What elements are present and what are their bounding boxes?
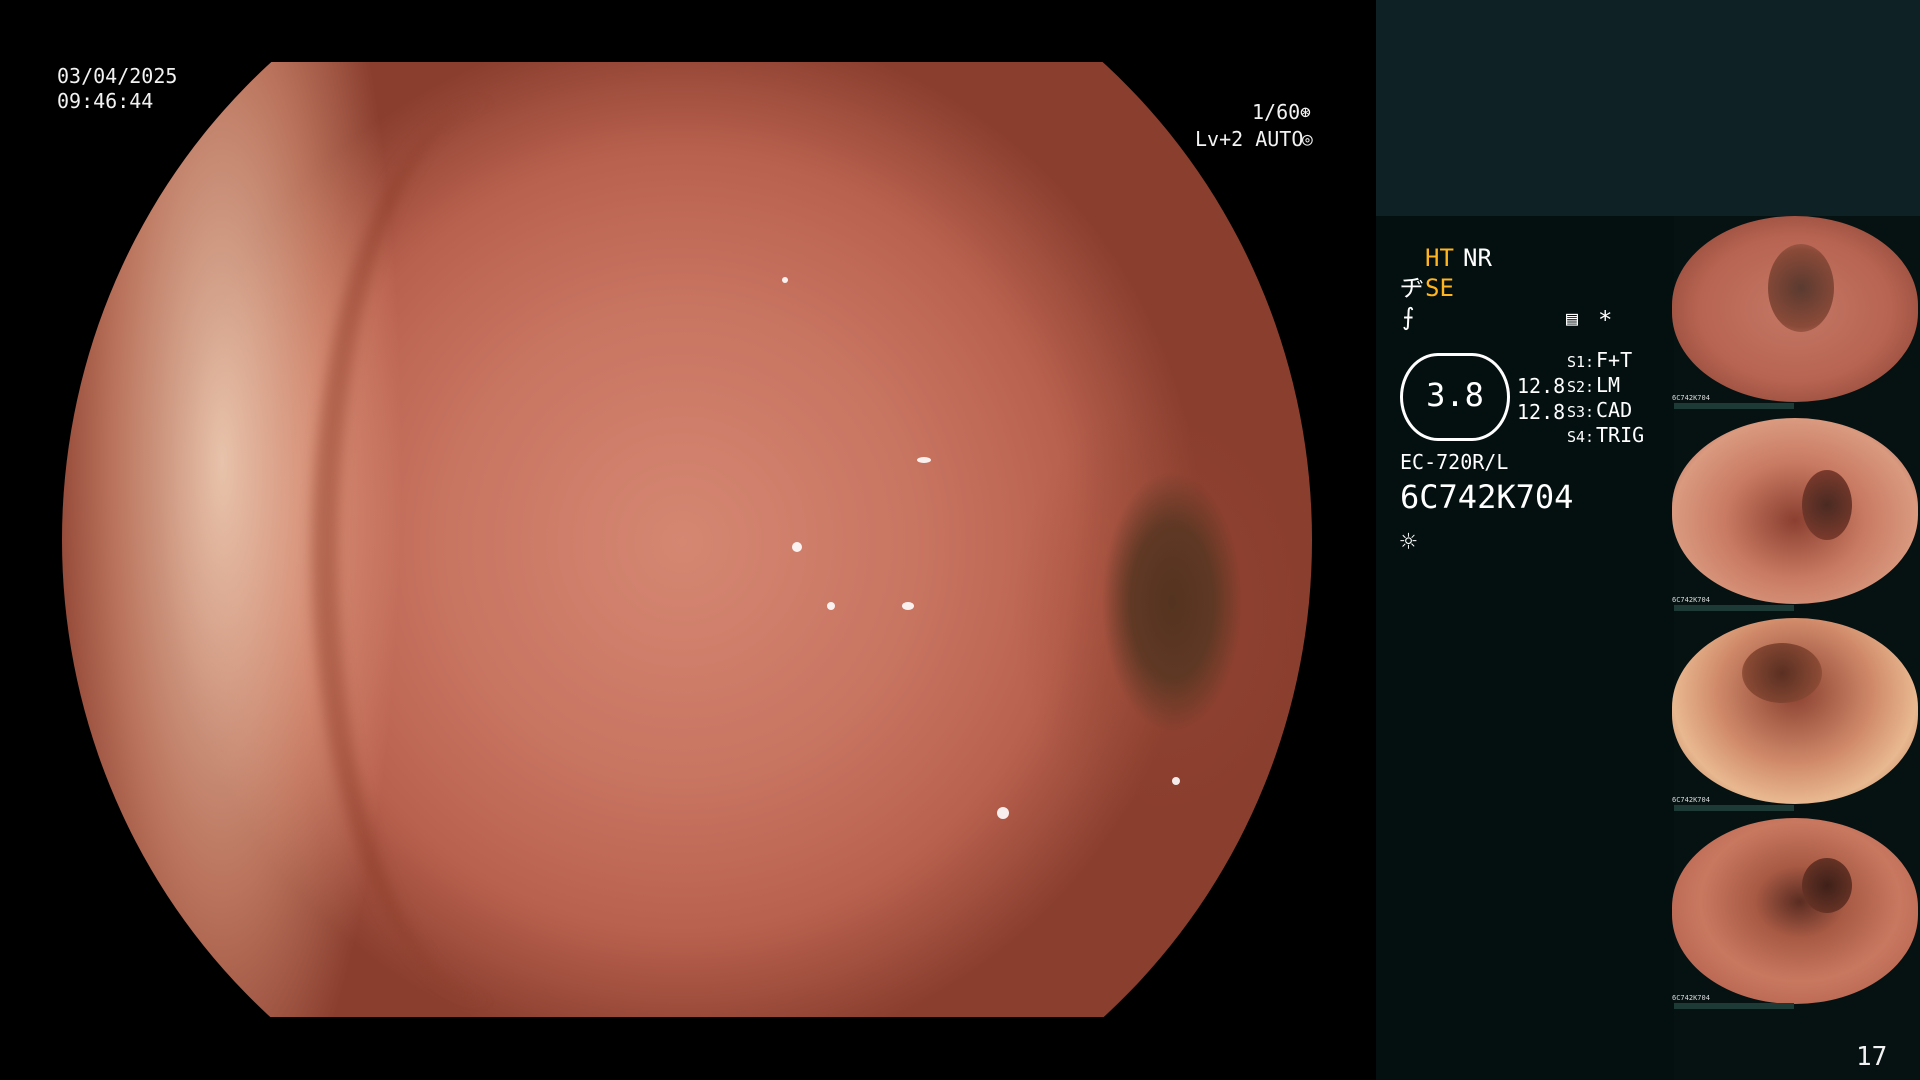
switch-3-key: S3: — [1567, 403, 1595, 421]
se-indicator: SE — [1425, 274, 1454, 302]
capture-thumbnail[interactable] — [1672, 818, 1918, 1004]
thumbnail-label: 6C742K704 — [1672, 994, 1710, 1002]
exam-time: 09:46:44 — [57, 89, 154, 113]
light-reflection — [792, 542, 802, 552]
switch-4-key: S4: — [1567, 428, 1595, 446]
shutter-speed: 1/60 — [1252, 100, 1301, 124]
freeze-icon: ⨍ — [1402, 303, 1415, 331]
switch-2-key: S2: — [1567, 378, 1595, 396]
capture-thumbnail[interactable] — [1672, 216, 1918, 402]
nr-indicator: NR — [1463, 244, 1492, 272]
thumbnail-bar — [1674, 805, 1794, 811]
exposure-level: Lv+2 AUTO — [1195, 127, 1304, 151]
light-source-icon: ☼ — [1400, 525, 1417, 558]
light-reflection — [1172, 777, 1180, 785]
switch-1-key: S1: — [1567, 353, 1595, 371]
lumen — [1742, 643, 1822, 703]
thumbnail-label: 6C742K704 — [1672, 394, 1710, 402]
switch-3-value: CAD — [1596, 398, 1633, 422]
auto-iris-icon: ◎ — [1302, 129, 1313, 150]
light-reflection — [902, 602, 914, 610]
lumen — [1802, 858, 1852, 913]
switch-2-value: LM — [1596, 373, 1621, 397]
scope-serial: 6C742K704 — [1400, 478, 1574, 516]
endoscopy-main-view — [62, 62, 1312, 1017]
zoom-value: 3.8 — [1426, 376, 1484, 414]
thumbnail-label: 6C742K704 — [1672, 796, 1710, 804]
magnification-2: 12.8 — [1517, 400, 1566, 424]
panel-header — [1376, 0, 1920, 216]
zoom-gauge: 3.8 — [1400, 353, 1510, 441]
asterisk-indicator: * — [1598, 306, 1613, 334]
page-number: 17 — [1856, 1042, 1888, 1072]
record-icon: ▤ — [1566, 306, 1579, 330]
exam-date: 03/04/2025 — [57, 64, 178, 88]
capture-thumbnail[interactable] — [1672, 618, 1918, 804]
structure-enhance-icon: ヂ — [1400, 274, 1424, 302]
thumbnail-bar — [1674, 1003, 1794, 1009]
scope-model: EC-720R/L — [1400, 450, 1509, 474]
light-reflection — [917, 457, 931, 463]
light-reflection — [782, 277, 788, 283]
magnification-1: 12.8 — [1517, 374, 1566, 398]
ht-indicator: HT — [1425, 244, 1454, 272]
switch-1-value: F+T — [1596, 348, 1633, 372]
light-reflection — [827, 602, 835, 610]
thumbnail-bar — [1674, 605, 1794, 611]
light-reflection — [997, 807, 1009, 819]
thumbnail-label: 6C742K704 — [1672, 596, 1710, 604]
lumen — [1768, 244, 1834, 332]
thumbnail-bar — [1674, 403, 1794, 409]
switch-4-value: TRIG — [1596, 423, 1645, 447]
lumen — [1802, 470, 1852, 540]
shutter-icon: ⊛ — [1300, 102, 1311, 123]
capture-thumbnail[interactable] — [1672, 418, 1918, 604]
mucosal-fold — [312, 102, 678, 1002]
